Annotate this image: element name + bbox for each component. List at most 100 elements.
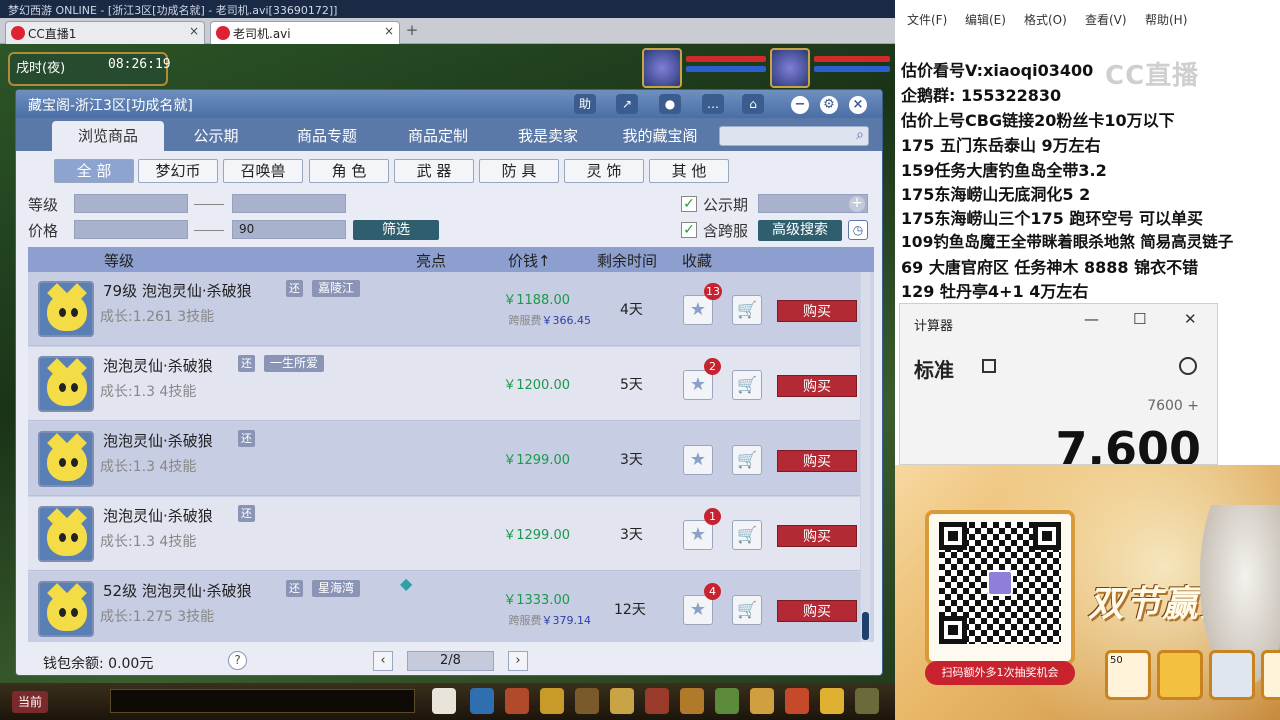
list-scrollbar[interactable] <box>861 272 870 642</box>
buy-button[interactable]: 购买 <box>777 450 857 472</box>
buy-button[interactable]: 购买 <box>777 300 857 322</box>
team-icon[interactable] <box>540 688 564 714</box>
chat-channel-button[interactable]: 当前 <box>12 691 48 713</box>
favorite-star-icon[interactable]: ★ <box>683 520 713 550</box>
col-remaining[interactable]: 剩余时间 <box>597 250 657 271</box>
category-all[interactable]: 全 部 <box>54 159 134 183</box>
favorite-star-icon[interactable]: ★ <box>683 370 713 400</box>
search-input[interactable]: ⌕ <box>719 126 869 146</box>
scroll-thumb[interactable] <box>862 612 869 640</box>
buy-button[interactable]: 购买 <box>777 600 857 622</box>
table-row[interactable]: 泡泡灵仙·杀破狼 还 成长:1.3 4技能 ￥1299.00 3天 ★ 🛒 购买 <box>28 422 860 496</box>
add-to-cart-icon[interactable]: 🛒 <box>732 520 762 550</box>
price-min-input[interactable] <box>74 220 188 239</box>
record-tool-button[interactable]: ● <box>659 94 681 114</box>
close-icon[interactable]: ✕ <box>1184 310 1197 328</box>
menu-file[interactable]: 文件(F) <box>907 11 947 28</box>
help-icon[interactable]: ? <box>228 651 247 670</box>
category-other[interactable]: 其 他 <box>649 159 729 183</box>
qr-code[interactable] <box>939 522 1061 644</box>
public-period-checkbox[interactable]: ✓ <box>681 196 697 212</box>
add-to-cart-icon[interactable]: 🛒 <box>732 295 762 325</box>
menu-format[interactable]: 格式(O) <box>1024 11 1067 28</box>
cross-server-checkbox[interactable]: ✓ <box>681 222 697 238</box>
minimize-icon[interactable]: — <box>1084 310 1099 328</box>
activity-icon[interactable] <box>820 688 844 714</box>
level-min-input[interactable] <box>74 194 188 213</box>
help-tool-button[interactable]: 助 <box>574 94 596 114</box>
calculator-mode[interactable]: 标准 <box>914 354 954 383</box>
nav-browse[interactable]: 浏览商品 <box>52 121 164 151</box>
player-portrait[interactable] <box>642 48 682 88</box>
attack-icon[interactable] <box>470 688 494 714</box>
add-to-cart-icon[interactable]: 🛒 <box>732 595 762 625</box>
category-armor[interactable]: 防 具 <box>479 159 559 183</box>
guild-icon[interactable] <box>680 688 704 714</box>
favorite-star-icon[interactable]: ★ <box>683 595 713 625</box>
tab-cc-live[interactable]: CC直播1 × <box>5 21 205 44</box>
category-roles[interactable]: 角 色 <box>309 159 389 183</box>
item-name[interactable]: 泡泡灵仙·杀破狼 <box>103 505 213 526</box>
category-currency[interactable]: 梦幻币 <box>138 159 218 183</box>
menu-edit[interactable]: 编辑(E) <box>965 11 1006 28</box>
close-icon[interactable]: × <box>189 24 199 38</box>
friends-icon[interactable] <box>715 688 739 714</box>
price-max-input[interactable]: 90 <box>232 220 346 239</box>
buy-button[interactable]: 购买 <box>777 375 857 397</box>
pet-portrait[interactable] <box>770 48 810 88</box>
pet-avatar[interactable] <box>38 506 94 562</box>
new-tab-button[interactable]: + <box>403 22 421 40</box>
menu-help[interactable]: 帮助(H) <box>1145 11 1187 28</box>
quest-icon[interactable] <box>645 688 669 714</box>
table-row[interactable]: 泡泡灵仙·杀破狼 还 一生所爱 成长:1.3 4技能 ￥1200.00 5天 ★… <box>28 347 860 421</box>
chat-input[interactable] <box>110 689 415 713</box>
filter-button[interactable]: 筛选 <box>353 220 439 240</box>
clock-icon[interactable]: ◷ <box>848 220 868 240</box>
item-name[interactable]: 泡泡灵仙·杀破狼 <box>103 355 213 376</box>
favorite-star-icon[interactable]: ★ <box>683 295 713 325</box>
prev-page-button[interactable]: ‹ <box>373 651 393 671</box>
pet-avatar[interactable] <box>38 431 94 487</box>
col-price[interactable]: 价钱↑ <box>508 250 551 271</box>
close-icon[interactable]: × <box>384 24 394 38</box>
add-to-cart-icon[interactable]: 🛒 <box>732 445 762 475</box>
cart-tool-button[interactable]: ⌂ <box>742 94 764 114</box>
category-accessories[interactable]: 灵 饰 <box>564 159 644 183</box>
tab-game[interactable]: 老司机.avi × <box>210 21 400 44</box>
add-icon[interactable]: + <box>849 196 865 212</box>
pet-avatar[interactable] <box>38 281 94 337</box>
skill-icon[interactable] <box>575 688 599 714</box>
menu-view[interactable]: 查看(V) <box>1085 11 1127 28</box>
favorite-star-icon[interactable]: ★ <box>683 445 713 475</box>
nav-seller[interactable]: 我是卖家 <box>492 121 604 151</box>
add-to-cart-icon[interactable]: 🛒 <box>732 370 762 400</box>
advanced-search-button[interactable]: 高级搜索 <box>758 220 842 241</box>
mail-icon[interactable] <box>750 688 774 714</box>
pet-icon[interactable] <box>610 688 634 714</box>
item-name[interactable]: 52级 泡泡灵仙·杀破狼 <box>103 580 252 601</box>
item-name[interactable]: 79级 泡泡灵仙·杀破狼 <box>103 280 252 301</box>
nav-custom[interactable]: 商品定制 <box>382 121 494 151</box>
next-page-button[interactable]: › <box>508 651 528 671</box>
history-icon[interactable] <box>1179 357 1197 375</box>
pet-avatar[interactable] <box>38 581 94 637</box>
table-row[interactable]: 泡泡灵仙·杀破狼 还 成长:1.3 4技能 ￥1299.00 3天 ★ 1 🛒 … <box>28 497 860 571</box>
maximize-icon[interactable]: ☐ <box>1133 310 1146 328</box>
item-bag-icon[interactable] <box>505 688 529 714</box>
level-max-input[interactable] <box>232 194 346 213</box>
minimize-button[interactable]: − <box>791 96 809 114</box>
table-row[interactable]: 79级 泡泡灵仙·杀破狼 还 嘉陵江 成长:1.261 3技能 ￥1188.00… <box>28 272 860 346</box>
nav-topics[interactable]: 商品专题 <box>271 121 383 151</box>
settings-gear-icon[interactable]: ⚙ <box>820 96 838 114</box>
category-pets[interactable]: 召唤兽 <box>223 159 303 183</box>
category-weapons[interactable]: 武 器 <box>394 159 474 183</box>
close-button[interactable]: × <box>849 96 867 114</box>
nav-public-period[interactable]: 公示期 <box>160 121 272 151</box>
system-icon[interactable] <box>855 688 879 714</box>
keep-on-top-icon[interactable] <box>982 359 996 373</box>
chat-tool-button[interactable]: … <box>702 94 724 114</box>
emote-icon[interactable] <box>432 688 456 714</box>
col-level[interactable]: 等级 <box>104 250 134 271</box>
pet-avatar[interactable] <box>38 356 94 412</box>
buy-button[interactable]: 购买 <box>777 525 857 547</box>
